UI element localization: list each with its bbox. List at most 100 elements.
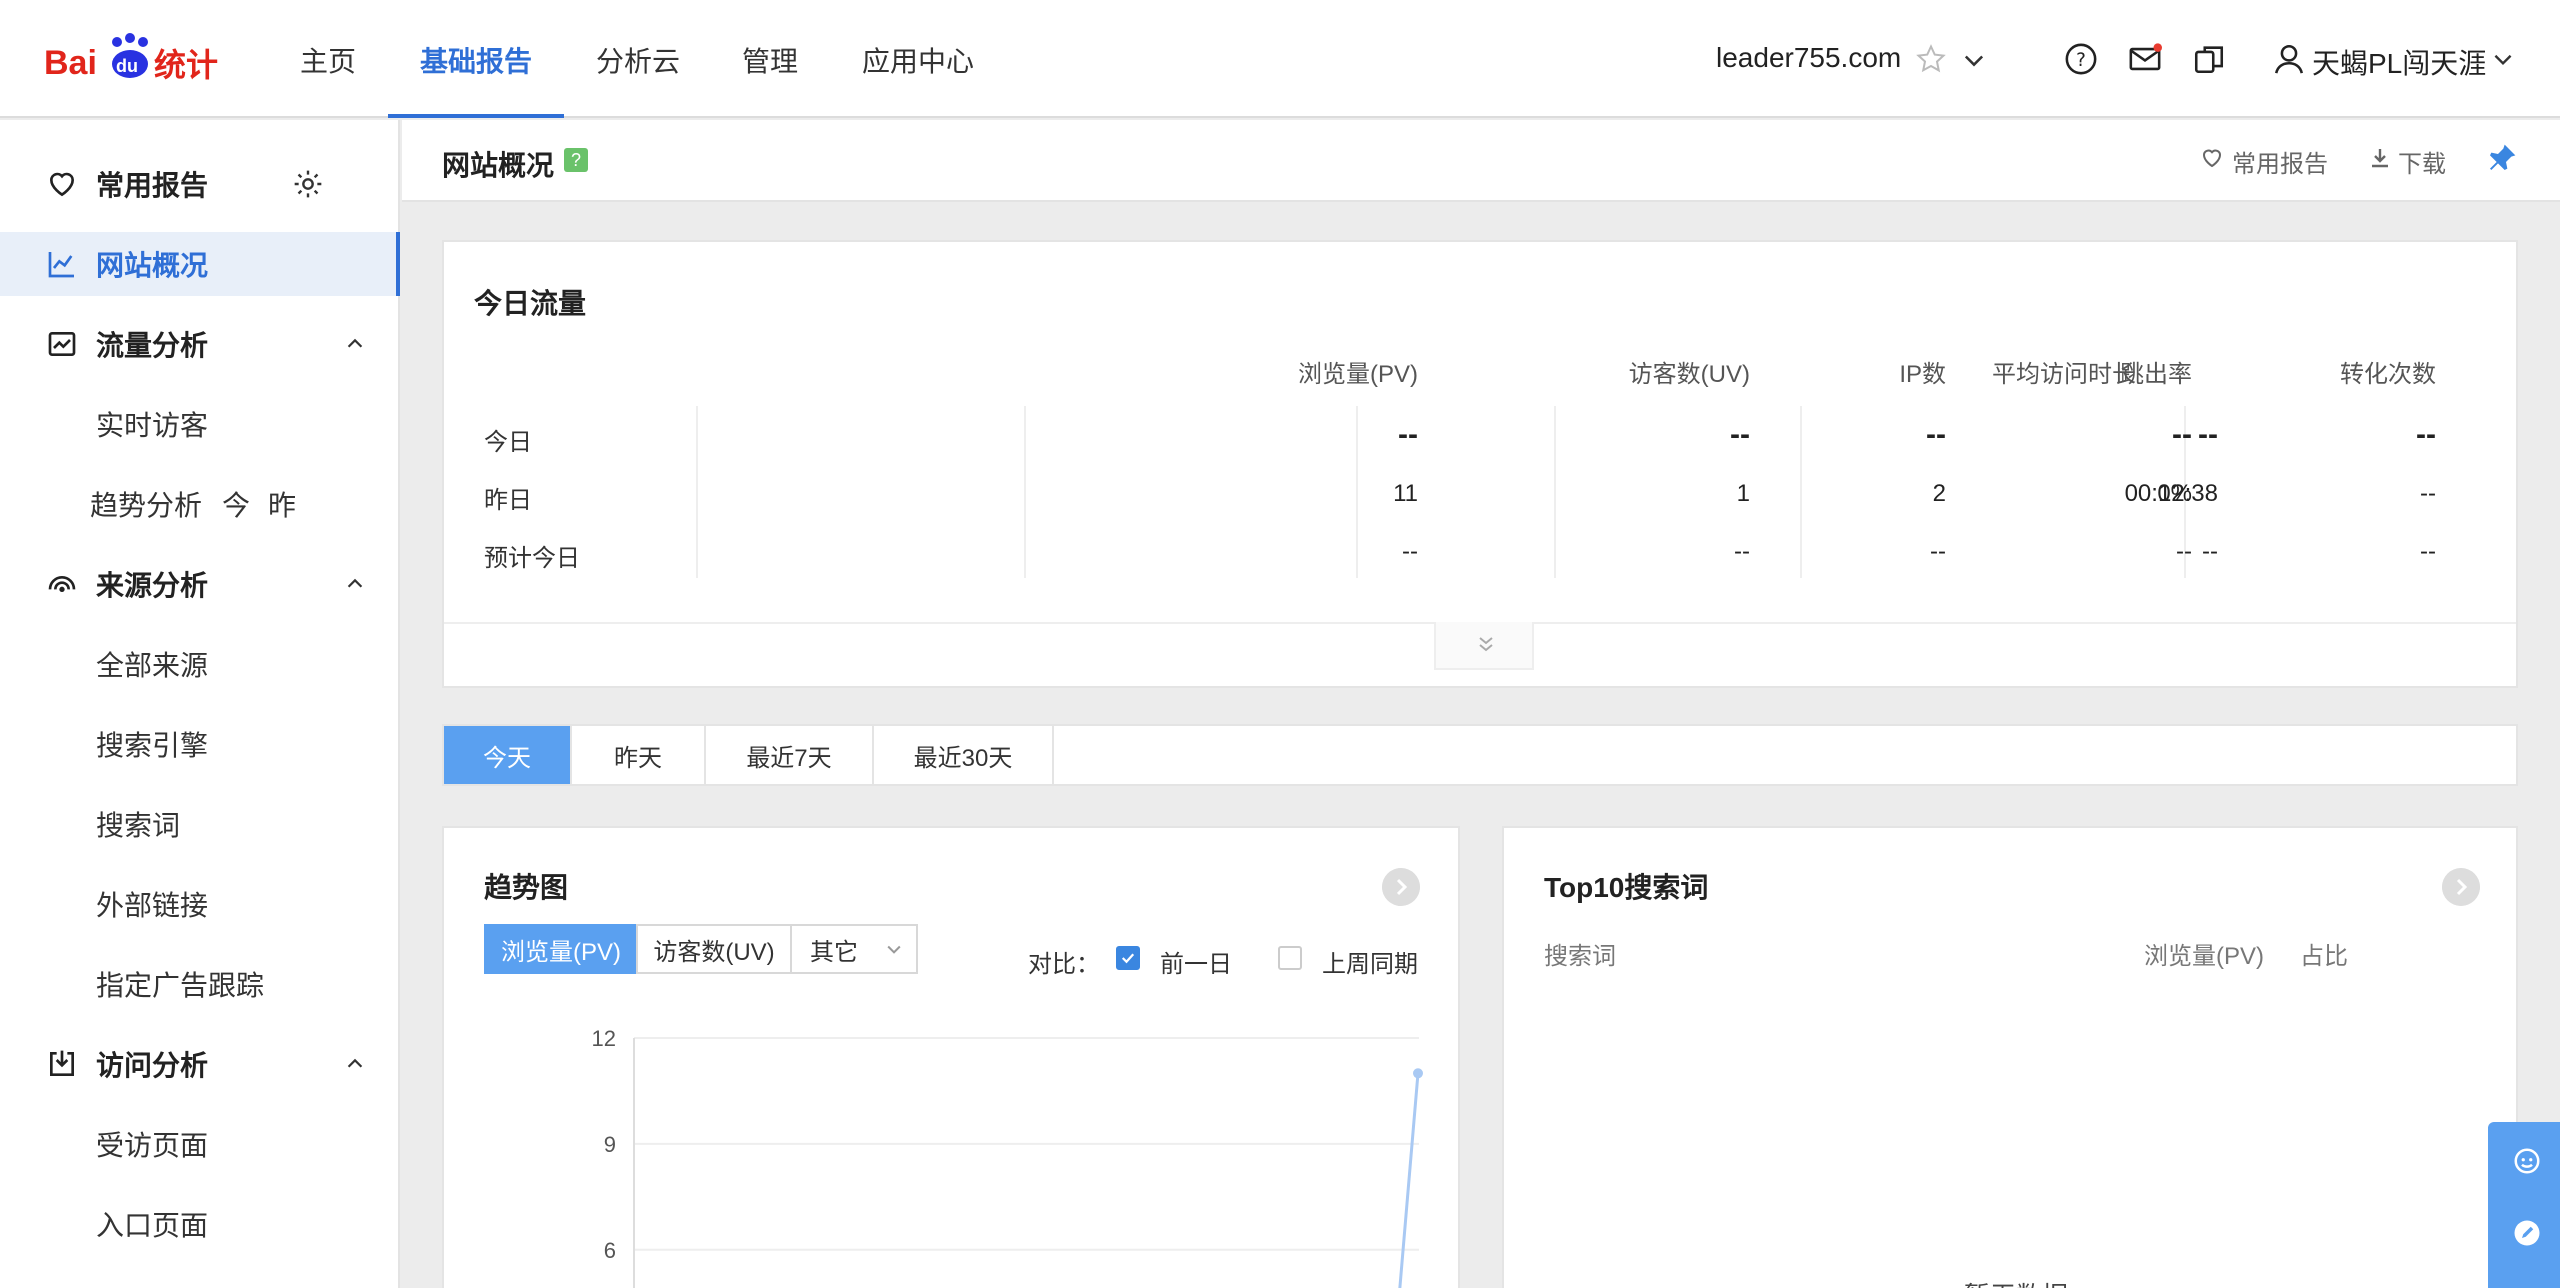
download-icon	[2372, 149, 2388, 168]
sidebar-group-traffic[interactable]: 流量分析	[0, 312, 400, 376]
user-menu-chevron-icon[interactable]	[2490, 46, 2516, 72]
help-badge[interactable]: ?	[564, 148, 588, 172]
report-header: 网站概况 ? 常用报告 下载	[402, 120, 2560, 202]
tab-today[interactable]: 今天	[444, 726, 572, 784]
sidebar-group-visit[interactable]: 访问分析	[0, 1032, 400, 1096]
trend-chart: 12 9 6	[592, 1026, 1423, 1288]
y-tick-label: 6	[604, 1238, 616, 1263]
chevron-up-icon	[347, 1058, 363, 1068]
user-name[interactable]: 天蝎PL闯天涯	[2312, 42, 2486, 82]
trend-yesterday-link[interactable]: 昨	[268, 484, 296, 524]
sidebar-group-label: 访问分析	[96, 1050, 209, 1081]
sidebar-item-search-words[interactable]: 搜索词	[0, 792, 400, 856]
tab-yesterday[interactable]: 昨天	[572, 726, 706, 784]
empty-state-text: 暂无数据	[1964, 1276, 2068, 1288]
gear-icon[interactable]	[292, 168, 324, 200]
col-header-pv: 浏览量(PV)	[1298, 361, 1418, 388]
cell-yesterday-pv: 11	[1393, 480, 1418, 507]
star-icon[interactable]	[1916, 44, 1946, 74]
nav-basic-report[interactable]: 基础报告	[420, 40, 532, 80]
chat-icon[interactable]	[2512, 1146, 2542, 1176]
pin-icon[interactable]	[2486, 142, 2518, 174]
svg-text:Bai: Bai	[44, 44, 97, 82]
cell-projected-duration: --	[2202, 538, 2218, 565]
sidebar-item-label: 入口页面	[96, 1210, 209, 1241]
col-header-ip: IP数	[1899, 361, 1946, 388]
download-button[interactable]: 下载	[2398, 144, 2446, 179]
date-range-tabs: 今天 昨天 最近7天 最近30天	[442, 724, 2518, 786]
mail-icon[interactable]	[2128, 42, 2162, 76]
sidebar-item-label: 受访页面	[96, 1130, 209, 1161]
edit-icon[interactable]	[2512, 1218, 2542, 1248]
cell-projected-conversion: --	[2420, 538, 2436, 565]
sidebar-item-label: 全部来源	[96, 650, 209, 681]
cell-today-uv: --	[1730, 418, 1750, 451]
sidebar-item-entry-pages[interactable]: 入口页面	[0, 1192, 400, 1256]
sidebar-item-realtime[interactable]: 实时访客	[0, 392, 400, 456]
sidebar-item-label: 外部链接	[96, 890, 209, 921]
sidebar-item-label: 实时访客	[96, 410, 209, 441]
row-label-today: 今日	[484, 429, 532, 456]
col-header-duration: 平均访问时长	[1992, 361, 2136, 388]
cell-today-conversion: --	[2416, 418, 2436, 451]
sidebar-favorites[interactable]: 常用报告	[0, 152, 400, 216]
copy-icon[interactable]	[2192, 42, 2226, 76]
y-tick-label: 12	[592, 1026, 616, 1051]
cell-projected-uv: --	[1734, 538, 1750, 565]
cell-yesterday-ip: 2	[1932, 480, 1946, 507]
cell-projected-pv: --	[1402, 538, 1418, 565]
sidebar-group-label: 流量分析	[96, 330, 209, 361]
nav-active-indicator	[388, 114, 564, 118]
column-divider	[1356, 406, 1358, 578]
heart-icon	[2202, 149, 2222, 168]
cell-today-ip: --	[1926, 418, 1946, 451]
site-selector[interactable]: leader755.com	[1716, 42, 1901, 74]
tab-last-30-days[interactable]: 最近30天	[874, 726, 1054, 784]
floating-toolbar	[2488, 1122, 2560, 1288]
nav-analysis-cloud[interactable]: 分析云	[596, 40, 680, 80]
svg-text:统计: 统计	[154, 46, 218, 84]
cell-today-pv: --	[1398, 418, 1418, 451]
sidebar-item-search-engine[interactable]: 搜索引擎	[0, 712, 400, 776]
sidebar: 常用报告 网站概况 流量分析 实时访客 趋势分析 今 昨 来源分析 全部来源 搜…	[0, 120, 400, 1288]
chevron-down-icon[interactable]	[1960, 46, 1988, 74]
nav-app-center[interactable]: 应用中心	[862, 40, 974, 80]
panel-title: Top10搜索词	[1544, 872, 1709, 903]
tab-last-7-days[interactable]: 最近7天	[706, 726, 874, 784]
col-header-pv: 浏览量(PV)	[2144, 943, 2264, 970]
column-divider	[696, 406, 698, 578]
nav-manage[interactable]: 管理	[742, 40, 798, 80]
double-chevron-down-icon	[1479, 637, 1493, 652]
sidebar-item-label: 趋势分析	[90, 490, 203, 521]
sidebar-item-ad-tracking[interactable]: 指定广告跟踪	[0, 952, 400, 1016]
sidebar-item-overview[interactable]: 网站概况	[0, 232, 400, 296]
visit-download-icon	[50, 1050, 74, 1076]
add-favorite-button[interactable]: 常用报告	[2232, 144, 2328, 179]
page-title: 网站概况	[442, 150, 555, 181]
column-divider	[1800, 406, 1802, 578]
top10-search-panel: Top10搜索词 搜索词 浏览量(PV) 占比 暂无数据	[1502, 826, 2518, 1288]
baidu-tongji-logo[interactable]: Bai du 统计	[44, 30, 224, 86]
sidebar-item-visited-pages[interactable]: 受访页面	[0, 1112, 400, 1176]
sidebar-item-trend[interactable]: 趋势分析 今 昨	[0, 472, 400, 536]
nav-home[interactable]: 主页	[300, 40, 356, 80]
cell-today-duration: --	[2198, 418, 2218, 451]
user-icon	[2274, 44, 2304, 74]
sidebar-group-label: 来源分析	[96, 570, 209, 601]
sidebar-item-all-sources[interactable]: 全部来源	[0, 632, 400, 696]
chevron-right-icon[interactable]	[2442, 868, 2480, 906]
cell-yesterday-uv: 1	[1736, 480, 1750, 507]
column-divider	[1024, 406, 1026, 578]
col-header-conversion: 转化次数	[2340, 361, 2436, 388]
sidebar-item-label: 指定广告跟踪	[96, 970, 265, 1001]
series-line-pv	[1398, 1073, 1420, 1288]
trend-today-link[interactable]: 今	[222, 484, 250, 524]
sidebar-item-external-links[interactable]: 外部链接	[0, 872, 400, 936]
sidebar-item-label: 搜索引擎	[96, 730, 209, 761]
help-icon[interactable]: ?	[2064, 42, 2098, 76]
sidebar-group-source[interactable]: 来源分析	[0, 552, 400, 616]
top-nav: Bai du 统计 主页 基础报告 分析云 管理 应用中心 leader755.…	[0, 0, 2560, 118]
expand-button[interactable]	[1434, 622, 1534, 670]
today-traffic-panel: 今日流量 浏览量(PV) 访客数(UV) IP数 跳出率 平均访问时长 转化次数…	[442, 240, 2518, 688]
column-divider	[1554, 406, 1556, 578]
